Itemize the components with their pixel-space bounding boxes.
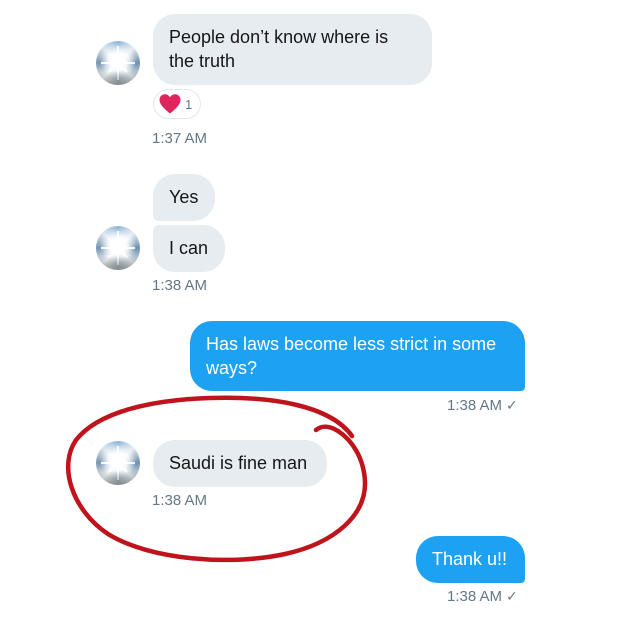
avatar[interactable]	[96, 41, 140, 85]
reaction-count: 1	[185, 96, 193, 112]
timestamp: 1:38 AM ✓	[447, 397, 518, 414]
message-bubble-received[interactable]: Saudi is fine man	[153, 440, 327, 487]
timestamp: 1:38 AM ✓	[447, 588, 518, 605]
message-bubble-sent[interactable]: Has laws become less strict in some ways…	[190, 321, 525, 391]
timestamp: 1:38 AM	[152, 492, 208, 509]
heart-icon	[159, 94, 181, 114]
message-bubble-received[interactable]: I can	[153, 225, 225, 272]
timestamp: 1:37 AM	[152, 130, 208, 147]
checkmark-icon: ✓	[506, 588, 518, 604]
annotation-circle	[66, 395, 368, 563]
message-bubble-received[interactable]: Yes	[153, 174, 215, 221]
avatar[interactable]	[96, 441, 140, 485]
message-bubble-sent[interactable]: Thank u!!	[416, 536, 525, 583]
reaction-badge[interactable]: 1	[153, 89, 202, 119]
timestamp: 1:38 AM	[152, 277, 208, 294]
avatar[interactable]	[96, 226, 140, 270]
message-bubble-received[interactable]: People don’t know where is the truth	[153, 14, 432, 85]
checkmark-icon: ✓	[506, 397, 518, 413]
